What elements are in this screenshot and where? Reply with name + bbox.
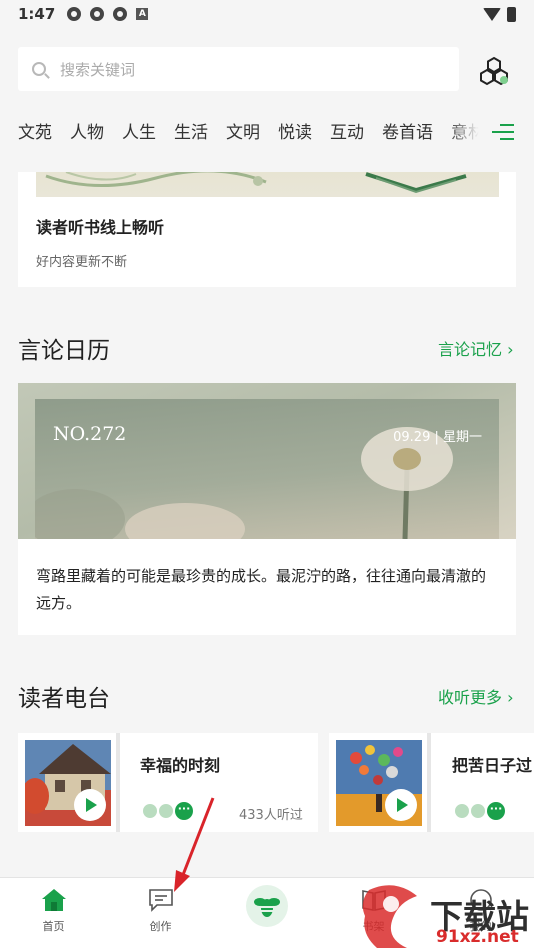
calendar-date: 09.29 | 星期一 xyxy=(393,430,482,445)
tab-yuedu[interactable]: 悦读 xyxy=(278,118,312,148)
radio-cover[interactable] xyxy=(329,733,427,832)
audiobook-card[interactable]: 读者听书线上畅听 好内容更新不断 xyxy=(18,172,516,287)
audiobook-banner-image xyxy=(36,172,499,197)
hexagon-menu-button[interactable] xyxy=(474,52,514,92)
play-button[interactable] xyxy=(385,789,417,821)
tab-wenming[interactable]: 文明 xyxy=(226,118,260,148)
nav-home[interactable]: 首页 xyxy=(0,878,107,950)
calendar-quote: 弯路里藏着的可能是最珍贵的成长。最泥泞的路，往往通向最清澈的远方。 xyxy=(36,567,487,612)
daisy-illustration xyxy=(25,427,453,539)
radio-cover[interactable] xyxy=(18,733,116,832)
nav-create-label: 创作 xyxy=(149,920,172,933)
tab-shenghuo[interactable]: 生活 xyxy=(174,118,208,148)
tab-renwu[interactable]: 人物 xyxy=(70,118,104,148)
tab-wenyuan[interactable]: 文苑 xyxy=(18,118,52,148)
listener-avatar xyxy=(469,802,487,820)
status-right xyxy=(483,6,516,22)
audiobook-subtitle: 好内容更新不断 xyxy=(36,255,128,270)
notification-icon xyxy=(113,7,128,21)
search-icon xyxy=(32,62,46,76)
watermark-url: 91xz.net xyxy=(436,927,519,947)
banner-illustration xyxy=(45,172,467,194)
wifi-icon xyxy=(483,7,501,21)
battery-icon xyxy=(507,6,516,22)
calendar-number: NO.272 xyxy=(53,423,127,445)
status-time: 1:47 xyxy=(18,5,56,23)
category-tabs: 文苑 人物 人生 生活 文明 悦读 互动 卷首语 意林 xyxy=(18,118,488,148)
radio-more-link[interactable]: 收听更多 › xyxy=(438,684,514,708)
calendar-photo xyxy=(25,399,499,539)
search-input[interactable]: 搜索关键词 xyxy=(18,47,459,91)
play-button[interactable] xyxy=(74,789,106,821)
category-menu-icon[interactable] xyxy=(492,124,514,142)
home-icon xyxy=(42,889,66,911)
center-bee-button[interactable] xyxy=(246,885,288,927)
radio-section-title: 读者电台 xyxy=(18,686,110,712)
notification-a-icon: A xyxy=(136,8,149,20)
search-placeholder: 搜索关键词 xyxy=(60,60,136,79)
hexagon-icon xyxy=(480,56,508,86)
audiobook-title: 读者听书线上畅听 xyxy=(36,218,165,237)
calendar-image: NO.272 09.29 | 星期一 xyxy=(18,383,516,539)
more-listeners-icon: ··· xyxy=(487,802,505,820)
more-listeners-icon: ··· xyxy=(175,802,193,820)
radio-item-title: 幸福的时刻 xyxy=(140,756,221,775)
calendar-section-title: 言论日历 xyxy=(18,338,110,364)
chat-icon xyxy=(149,889,173,912)
quote-calendar-card[interactable]: NO.272 09.29 | 星期一 弯路里藏着的可能是最珍贵的成长。最泥泞的路… xyxy=(18,383,516,635)
app-screen: 1:47 A 搜索关键词 文苑 人物 人生 生活 文明 悦读 互动 卷首语 意林 xyxy=(0,0,534,950)
nav-create[interactable]: 创作 xyxy=(107,878,214,950)
listener-count: 433人听过 xyxy=(239,808,303,823)
bee-icon xyxy=(254,898,280,917)
tab-juanshouyu[interactable]: 卷首语 xyxy=(382,118,433,148)
calendar-more-link[interactable]: 言论记忆 › xyxy=(438,336,514,360)
radio-item-title: 把苦日子过 xyxy=(452,756,533,775)
tab-hudong[interactable]: 互动 xyxy=(330,118,364,148)
status-bar: 1:47 A xyxy=(0,0,534,28)
nav-home-label: 首页 xyxy=(42,920,65,933)
notification-icon xyxy=(90,7,105,21)
tabs-fade xyxy=(448,112,492,152)
listener-avatar xyxy=(157,802,175,820)
tab-rensheng[interactable]: 人生 xyxy=(122,118,156,148)
notification-icon xyxy=(67,7,82,21)
